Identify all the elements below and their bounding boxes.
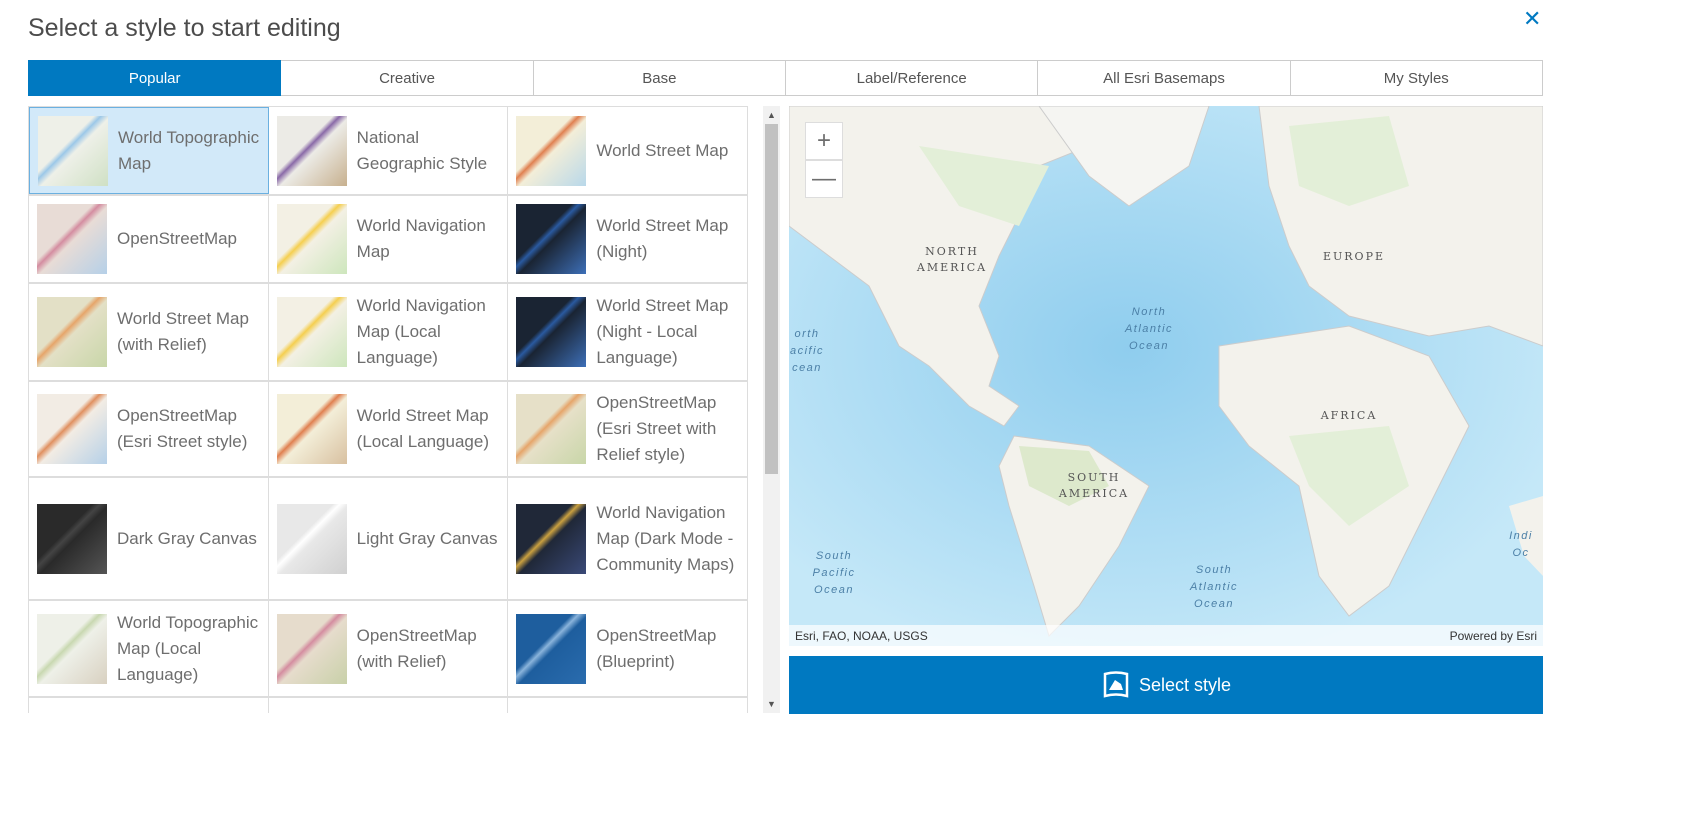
tab-my-styles[interactable]: My Styles	[1290, 60, 1543, 96]
dialog-title: Select a style to start editing	[28, 14, 341, 42]
label-europe: EUROPE	[1322, 250, 1386, 263]
label-indian-ocean: Indi Oc	[1509, 530, 1533, 559]
map-preview[interactable]: + — NORTH AMERICA SOUTH AMERICA EUROPE A…	[789, 106, 1543, 646]
style-item[interactable]: World Street Map (Night - Local Language…	[508, 284, 748, 380]
tab-creative[interactable]: Creative	[281, 60, 534, 96]
style-label: World Topographic Map (Local Language)	[117, 612, 259, 684]
style-label: World Topographic Map	[118, 127, 260, 173]
style-item[interactable]: World Street Map (Night)	[508, 196, 748, 282]
style-item[interactable]: World Street Map	[508, 107, 748, 194]
style-item[interactable]: OpenStreetMap (Esri Street style)	[29, 382, 269, 476]
label-africa: AFRICA	[1320, 409, 1378, 422]
style-thumbnail	[37, 613, 107, 684]
style-item[interactable]: World Street Map (Local Language)	[269, 382, 509, 476]
style-row: World Topographic Map (Local Language) Op…	[29, 601, 748, 698]
style-item[interactable]: OpenStreetMap	[29, 196, 269, 282]
style-thumbnail	[37, 297, 107, 367]
style-label: OpenStreetMap (Esri Street with Relief s…	[596, 393, 717, 464]
style-label: World Navigation Map	[356, 216, 486, 261]
grid-scrollbar[interactable]: ▲ ▼	[763, 106, 780, 713]
style-thumbnail	[516, 115, 587, 186]
style-label: World Navigation Map (Local Language)	[356, 296, 486, 367]
style-grid: World Topographic Map National Geographic…	[28, 106, 748, 713]
style-thumbnail	[516, 297, 587, 367]
style-thumbnail	[516, 503, 587, 574]
style-row: OpenStreetMap (Esri Street style) World S…	[29, 382, 748, 478]
style-row: World Street Map (with Relief) World Navi…	[29, 284, 748, 382]
label-north-america: NORTH AMERICA	[916, 245, 988, 274]
label-north-atlantic: North Atlantic Ocean	[1124, 306, 1174, 352]
style-label: OpenStreetMap	[117, 229, 238, 248]
label-south-america: SOUTH AMERICA	[1058, 471, 1130, 500]
style-thumbnail	[37, 503, 107, 574]
label-south-atlantic: South Atlantic Ocean	[1189, 564, 1239, 610]
style-item[interactable]: World Navigation Map	[269, 196, 509, 282]
style-label: OpenStreetMap (with Relief)	[356, 625, 477, 671]
style-row: Dark Gray Canvas Light Gray Canvas World N…	[29, 478, 748, 601]
style-row: World ...	[29, 698, 748, 713]
style-item[interactable]: World ...	[508, 698, 748, 713]
style-row: OpenStreetMap World Navigation Map World S…	[29, 196, 748, 284]
map-icon	[1103, 671, 1129, 698]
scrollbar-thumb[interactable]	[765, 124, 778, 474]
tab-all-esri-basemaps[interactable]: All Esri Basemaps	[1038, 60, 1291, 96]
scroll-up-icon[interactable]: ▲	[767, 110, 776, 120]
style-item[interactable]: World Navigation Map (Dark Mode - Commun…	[508, 478, 748, 599]
select-style-button[interactable]: Select style	[789, 656, 1543, 714]
style-item[interactable]: Light Gray Canvas	[269, 478, 509, 599]
style-label: World Street Map (Local Language)	[356, 406, 489, 451]
world-map-graphic	[789, 106, 1543, 646]
select-style-label: Select style	[1138, 674, 1232, 695]
style-row: World Topographic Map National Geographic…	[29, 107, 748, 196]
category-tabs: Popular Creative Base Label/Reference Al…	[28, 60, 1543, 96]
zoom-out-button[interactable]: —	[805, 160, 843, 198]
style-thumbnail	[276, 204, 347, 274]
map-attribution: Esri, FAO, NOAA, USGS Powered by Esri	[789, 625, 1543, 646]
style-thumbnail	[516, 204, 587, 274]
style-thumbnail	[276, 297, 347, 367]
style-thumbnail	[37, 394, 107, 464]
style-item[interactable]: World Topographic Map	[29, 107, 269, 194]
label-south-pacific: South Pacific Ocean	[812, 550, 856, 596]
style-thumbnail	[516, 394, 587, 464]
style-thumbnail	[276, 115, 347, 186]
style-item[interactable]	[29, 698, 269, 713]
style-item[interactable]: National Geographic Style	[269, 107, 509, 194]
style-label: Light Gray Canvas	[356, 528, 498, 548]
attribution-text: Esri, FAO, NOAA, USGS	[795, 628, 928, 643]
zoom-in-button[interactable]: +	[805, 122, 843, 160]
style-thumbnail	[276, 394, 347, 464]
style-label: World Street Map (Night - Local Language…	[596, 296, 729, 367]
style-item[interactable]: OpenStreetMap (Esri Street with Relief s…	[508, 382, 748, 476]
style-item[interactable]: OpenStreetMap (Blueprint)	[508, 601, 748, 696]
style-label: OpenStreetMap (Esri Street style)	[117, 406, 248, 451]
style-item[interactable]: OpenStreetMap (with Relief)	[269, 601, 509, 696]
label-north-pacific: orth acific cean	[789, 328, 825, 374]
style-thumbnail	[276, 613, 347, 684]
style-item[interactable]	[269, 698, 509, 713]
style-label: National Geographic Style	[356, 127, 488, 173]
scroll-down-icon[interactable]: ▼	[767, 699, 776, 709]
style-label: World Street Map	[596, 140, 729, 160]
tab-popular[interactable]: Popular	[28, 60, 282, 96]
style-label: World Navigation Map (Dark Mode - Commun…	[596, 502, 735, 574]
style-item[interactable]: World Street Map (with Relief)	[29, 284, 269, 380]
style-label: World Street Map (with Relief)	[117, 309, 249, 354]
tab-base[interactable]: Base	[533, 60, 786, 96]
style-thumbnail	[276, 503, 347, 574]
style-item[interactable]: World Topographic Map (Local Language)	[29, 601, 269, 696]
style-thumbnail	[38, 115, 108, 186]
style-thumbnail	[516, 613, 587, 684]
tab-label-reference[interactable]: Label/Reference	[785, 60, 1039, 96]
style-label: Dark Gray Canvas	[117, 528, 257, 548]
powered-by-link[interactable]: Powered by Esri	[1450, 629, 1537, 643]
style-label: World Street Map (Night)	[596, 216, 729, 261]
style-thumbnail	[37, 204, 107, 274]
style-label: OpenStreetMap (Blueprint)	[596, 625, 717, 671]
style-item[interactable]: World Navigation Map (Local Language)	[269, 284, 509, 380]
style-item[interactable]: Dark Gray Canvas	[29, 478, 269, 599]
close-icon[interactable]: ✕	[1523, 6, 1541, 32]
